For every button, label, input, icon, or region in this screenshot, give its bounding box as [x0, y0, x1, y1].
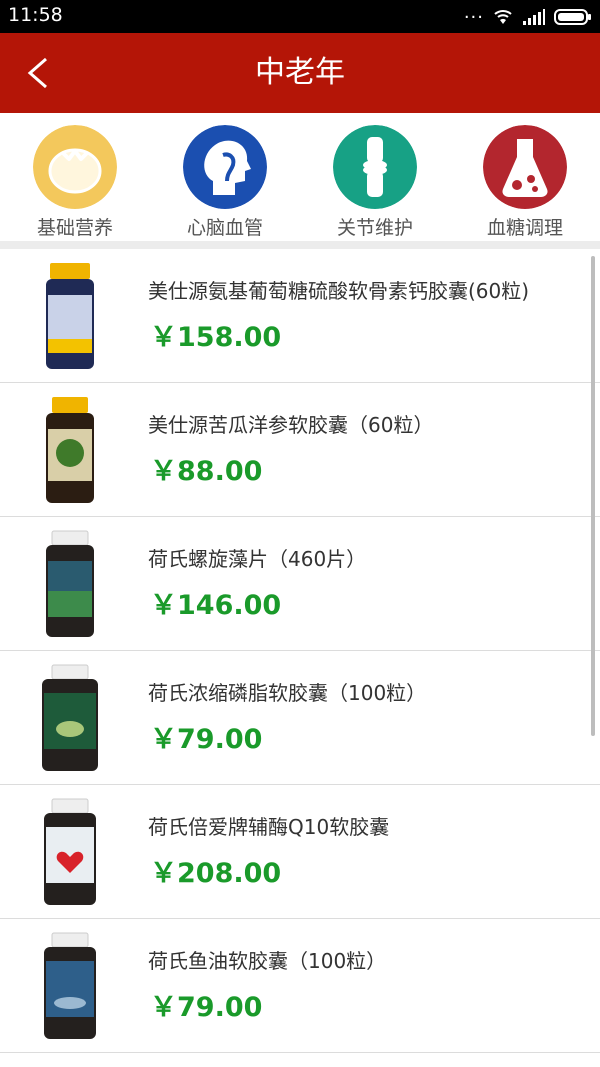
category-label: 基础营养 — [36, 217, 113, 239]
flask-icon — [483, 125, 567, 209]
product-image — [46, 530, 94, 637]
category-label: 血糖调理 — [486, 217, 563, 239]
scrollbar[interactable] — [591, 256, 595, 736]
product-name: 荷氏倍爱牌辅酶Q10软胶囊 — [148, 815, 390, 839]
head-profile-icon — [183, 125, 267, 209]
wifi-icon — [494, 10, 512, 24]
category-label: 关节维护 — [336, 217, 413, 239]
product-price: ￥146.00 — [150, 590, 282, 621]
category-cardio[interactable]: 心脑血管 — [150, 125, 300, 240]
signal-icon — [523, 9, 545, 25]
product-item[interactable]: 美仕源苦瓜洋参软胶囊（60粒） ￥88.00 — [0, 383, 600, 517]
product-name: 荷氏鱼油软胶囊（100粒） — [148, 949, 387, 973]
product-name: 荷氏螺旋藻片（460片） — [148, 547, 367, 571]
product-list: 美仕源氨基葡萄糖硫酸软骨素钙胶囊(60粒) ￥158.00 美仕源苦瓜洋参软胶囊… — [0, 249, 600, 1067]
status-icons: ··· — [464, 6, 592, 28]
app-bar: 中老年 — [0, 33, 600, 113]
product-image — [42, 664, 98, 771]
product-item[interactable]: 美仕源氨基葡萄糖硫酸软骨素钙胶囊(60粒) ￥158.00 — [0, 249, 600, 383]
product-price: ￥158.00 — [150, 322, 282, 353]
product-item[interactable]: 荷氏鱼油软胶囊（100粒） ￥79.00 — [0, 919, 600, 1053]
battery-icon — [554, 9, 591, 25]
category-joint-care[interactable]: 关节维护 — [300, 125, 450, 240]
product-image — [44, 798, 96, 905]
status-time: 11:58 — [8, 4, 63, 26]
back-button[interactable] — [18, 51, 62, 95]
product-image — [44, 932, 96, 1039]
product-name: 美仕源氨基葡萄糖硫酸软骨素钙胶囊(60粒) — [148, 279, 530, 303]
product-item[interactable]: 荷氏浓缩磷脂软胶囊（100粒） ￥79.00 — [0, 651, 600, 785]
product-image — [46, 397, 94, 503]
tomato-icon — [33, 125, 117, 209]
product-item[interactable]: 荷氏螺旋藻片（460片） ￥146.00 — [0, 517, 600, 651]
product-price: ￥79.00 — [150, 992, 263, 1023]
product-price: ￥208.00 — [150, 858, 282, 889]
category-blood-sugar[interactable]: 血糖调理 — [450, 125, 600, 240]
category-basic-nutrition[interactable]: 基础营养 — [0, 125, 150, 240]
product-name: 荷氏浓缩磷脂软胶囊（100粒） — [148, 681, 427, 705]
category-bar: 基础营养 心脑血管 关节维护 血糖调理 — [0, 113, 600, 241]
section-divider — [0, 241, 600, 249]
product-image — [46, 263, 94, 369]
product-name: 美仕源苦瓜洋参软胶囊（60粒） — [148, 413, 434, 437]
category-label: 心脑血管 — [186, 217, 263, 239]
product-price: ￥88.00 — [150, 456, 263, 487]
more-dots-icon: ··· — [463, 6, 484, 28]
product-item[interactable]: 荷氏倍爱牌辅酶Q10软胶囊 ￥208.00 — [0, 785, 600, 919]
status-bar: 11:58 ··· — [0, 0, 600, 33]
joint-bone-icon — [333, 125, 417, 209]
page-title: 中老年 — [255, 55, 345, 90]
product-price: ￥79.00 — [150, 724, 263, 755]
